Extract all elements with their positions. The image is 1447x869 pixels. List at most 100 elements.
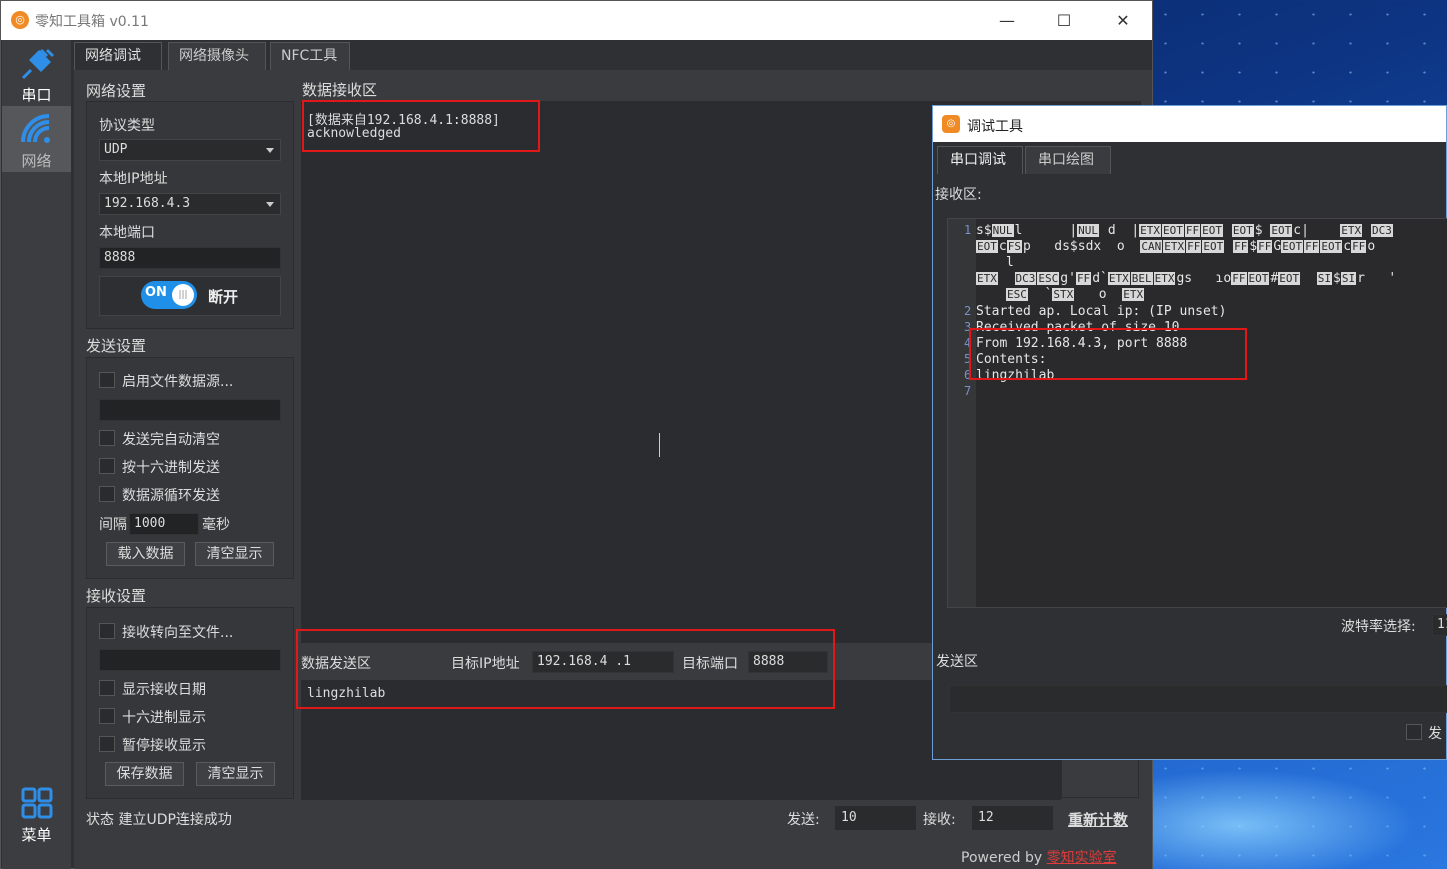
- maximize-button[interactable]: ☐: [1044, 7, 1084, 35]
- desktop-glow: [1150, 760, 1447, 869]
- baud-label: 波特率选择:: [1341, 619, 1416, 635]
- control-char: NUL: [991, 224, 1014, 237]
- loop-send-checkbox[interactable]: [99, 486, 115, 502]
- toggle-on-label: ON: [145, 285, 167, 300]
- powered-by: Powered by 零知实验室: [961, 847, 1117, 867]
- network-settings-title: 网络设置: [86, 82, 147, 100]
- control-char: EOT: [1162, 224, 1184, 237]
- recv-to-file-checkbox[interactable]: [99, 623, 115, 639]
- control-char: ESC: [1037, 272, 1060, 285]
- control-char: ETX: [1139, 224, 1162, 237]
- code-text: r: [1357, 271, 1365, 286]
- control-char: ETX: [1122, 288, 1145, 301]
- control-char: EOT: [1247, 272, 1270, 285]
- auto-clear-checkbox[interactable]: [99, 430, 115, 446]
- save-data-button[interactable]: 保存数据: [105, 762, 184, 786]
- tab-network-camera[interactable]: 网络摄像头: [168, 42, 266, 70]
- control-char: FF: [1257, 240, 1273, 253]
- load-data-button[interactable]: 载入数据: [106, 542, 185, 566]
- brand-link[interactable]: 零知实验室: [1047, 850, 1117, 866]
- clear-recv-display-button[interactable]: 清空显示: [196, 762, 275, 786]
- tab-serial-debug[interactable]: 串口调试: [937, 146, 1023, 174]
- powered-prefix: Powered by: [961, 850, 1043, 866]
- code-text: $: [1249, 239, 1258, 254]
- toggle-knob: |||: [172, 284, 194, 306]
- connect-toggle[interactable]: ON |||: [141, 281, 197, 309]
- debug-recv-editor[interactable]: 1 2 3 4 5 6 7 s$NUL l |NUL d |ETX EOT FF EOT…: [947, 218, 1447, 608]
- code-text: `: [1044, 287, 1053, 302]
- control-char: EOT: [1281, 240, 1304, 253]
- protocol-select[interactable]: UDP: [99, 139, 281, 161]
- line-number: 1: [964, 223, 972, 237]
- baud-select[interactable]: 11: [1432, 614, 1447, 636]
- control-char: EOT: [1202, 240, 1225, 253]
- hex-send-label: 按十六进制发送: [122, 460, 220, 476]
- protocol-label: 协议类型: [99, 118, 155, 134]
- app-logo-icon: ◎: [11, 11, 29, 29]
- sidebar-item-network[interactable]: 网络: [2, 106, 71, 172]
- debug-send-label: 发送区: [936, 654, 978, 670]
- debug-send-checkbox[interactable]: [1406, 724, 1422, 740]
- code-line-garbage: s$NUL l |NUL d |ETX EOT FF EOT EOT $ EOT c| ET…: [976, 223, 1393, 238]
- file-source-checkbox[interactable]: [99, 372, 115, 388]
- recv-count-label: 接收:: [923, 812, 956, 828]
- interval-unit: 毫秒: [202, 517, 230, 533]
- clear-display-button[interactable]: 清空显示: [195, 542, 274, 566]
- reset-count-link[interactable]: 重新计数: [1068, 809, 1128, 830]
- sidebar-item-label: 串口: [21, 86, 52, 104]
- control-char: ETX: [1107, 272, 1130, 285]
- control-char: EOT: [1278, 272, 1301, 285]
- code-text: ds$sdx: [1054, 239, 1102, 254]
- sidebar-item-menu[interactable]: 菜单: [2, 780, 71, 844]
- code-text: #: [1270, 271, 1279, 286]
- file-source-path[interactable]: [99, 399, 281, 421]
- control-char: BEL: [1130, 272, 1153, 285]
- debug-send-input[interactable]: [949, 685, 1447, 713]
- disconnect-label: 断开: [208, 288, 239, 306]
- sidebar-item-serial[interactable]: 串口: [2, 40, 71, 106]
- code-text: d: [1107, 223, 1116, 238]
- recv-settings-title: 接收设置: [86, 587, 147, 605]
- interval-input[interactable]: 1000: [129, 513, 199, 535]
- code-text: c: [998, 239, 1007, 254]
- local-port-input[interactable]: 8888: [99, 247, 281, 269]
- tab-network-debug[interactable]: 网络调试: [74, 42, 162, 70]
- control-char: SI: [1340, 272, 1357, 285]
- protocol-value: UDP: [104, 142, 128, 157]
- code-text: l: [1014, 223, 1023, 238]
- pause-show-checkbox[interactable]: [99, 736, 115, 752]
- file-source-label: 启用文件数据源...: [122, 374, 234, 390]
- recv-file-path[interactable]: [99, 649, 281, 671]
- status-text: 状态 建立UDP连接成功: [86, 812, 232, 828]
- window-title: 零知工具箱 v0.11: [35, 14, 149, 30]
- code-text: p: [1022, 239, 1031, 254]
- hex-send-checkbox[interactable]: [99, 458, 115, 474]
- send-count-label: 发送:: [787, 812, 820, 828]
- hex-show-checkbox[interactable]: [99, 708, 115, 724]
- minimize-button[interactable]: —: [987, 7, 1027, 35]
- local-ip-value: 192.168.4.3: [104, 196, 191, 211]
- show-date-checkbox[interactable]: [99, 680, 115, 696]
- tab-serial-plot[interactable]: 串口绘图: [1025, 146, 1111, 174]
- code-text: ': [1388, 271, 1397, 286]
- tab-nfc-tool[interactable]: NFC工具: [270, 42, 350, 70]
- local-ip-select[interactable]: 192.168.4.3: [99, 193, 281, 215]
- control-char: EOT: [1320, 240, 1343, 253]
- control-char: FF: [1075, 272, 1092, 285]
- control-char: FF: [1184, 224, 1201, 237]
- control-char: ETX: [1163, 240, 1186, 253]
- control-char: FF: [1351, 240, 1367, 253]
- control-char: ESC: [1006, 288, 1028, 301]
- highlight-box: [302, 100, 540, 152]
- code-line-garbage: ESC `STX o ETX: [1006, 287, 1145, 302]
- control-char: EOT: [976, 240, 998, 253]
- debug-window-title: 调试工具: [967, 119, 1023, 135]
- control-char: FF: [1231, 272, 1247, 285]
- recv-to-file-label: 接收转向至文件...: [122, 625, 234, 641]
- send-settings-title: 发送设置: [86, 337, 147, 355]
- local-ip-label: 本地IP地址: [99, 171, 168, 187]
- close-button[interactable]: ✕: [1103, 7, 1143, 35]
- hex-show-label: 十六进制显示: [122, 710, 206, 726]
- title-bar: ◎ 零知工具箱 v0.11 — ☐ ✕: [1, 1, 1152, 40]
- code-text: s$: [976, 223, 992, 238]
